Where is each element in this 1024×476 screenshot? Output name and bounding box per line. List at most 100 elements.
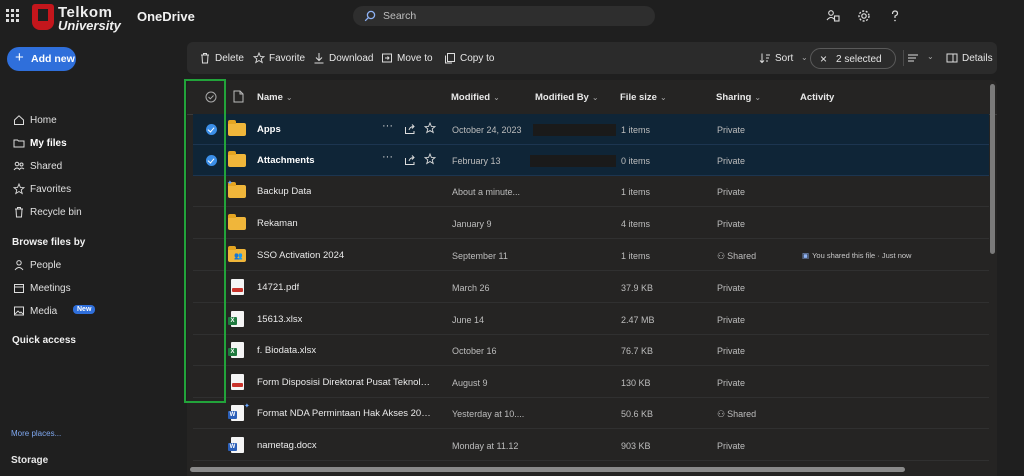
file-name[interactable]: Format NDA Permintaan Hak Akses 2024.... [257,408,435,419]
table-row[interactable]: X 15613.xlsx June 14 2.47 MB Private [193,304,989,335]
sharing-cell: Private [717,315,746,325]
download-icon [314,53,324,64]
file-name[interactable]: SSO Activation 2024 [257,250,344,261]
new-item-sparkle-icon: ✦ [244,403,250,410]
sharing-cell: Private [717,156,746,166]
more-options-icon[interactable]: ··· [382,151,393,163]
app-launcher-icon[interactable] [6,9,19,22]
move-to-label: Move to [397,53,433,64]
sharing-cell: Private [717,283,746,293]
file-size-cell: 2.47 MB [621,315,655,325]
star-icon [253,52,265,64]
share-icon[interactable] [404,123,416,135]
share-people-icon[interactable] [826,9,840,23]
table-row[interactable]: W nametag.docx Monday at 11.12 903 KB Pr… [193,430,989,461]
telkom-university-logo[interactable]: Telkom University [32,2,121,33]
sharing-cell: Private [717,441,746,451]
star-icon[interactable] [424,153,436,165]
table-row[interactable]: Attachments ··· February 13 0 items Priv… [193,145,989,176]
file-name[interactable]: Attachments [257,155,315,166]
sharing-cell: ⚇ Shared [717,251,756,262]
file-name[interactable]: Form Disposisi Direktorat Pusat Teknolog… [257,377,435,388]
help-icon[interactable] [888,9,902,23]
sidebar-item-label: Media [30,306,58,317]
file-size-cell: 37.9 KB [621,283,654,293]
add-new-label: Add new [31,53,75,65]
share-icon[interactable] [404,154,416,166]
search-box[interactable]: Search [353,6,655,26]
more-places-link[interactable]: More places... [11,429,61,438]
delete-label: Delete [215,53,244,64]
person-icon [14,260,24,271]
selection-count-button[interactable]: × 2 selected [810,48,896,69]
column-sharing-label: Sharing [716,92,752,103]
activity-icon: ▣ [802,251,810,260]
file-size-cell: 76.7 KB [621,346,654,356]
logo-mark [32,4,54,30]
details-label: Details [962,53,993,64]
file-size-cell: 0 items [621,156,651,166]
star-icon[interactable] [424,122,436,134]
table-row[interactable]: X f. Biodata.xlsx October 16 76.7 KB Pri… [193,335,989,366]
column-name[interactable]: Name ⌄ [257,92,293,103]
close-icon: × [820,52,828,66]
more-options-icon[interactable]: ··· [382,120,393,132]
sidebar-item-label: Favorites [30,184,72,195]
file-name[interactable]: f. Biodata.xlsx [257,345,316,356]
file-name[interactable]: Apps [257,124,281,135]
app-title[interactable]: OneDrive [137,9,195,24]
file-size-cell: 903 KB [621,441,651,451]
column-modified-by-label: Modified By [535,92,589,103]
add-new-button[interactable]: + Add new [7,47,76,71]
row-actions: ··· [381,120,441,136]
table-row[interactable]: 👥 SSO Activation 2024 September 11 1 ite… [193,240,989,271]
file-name[interactable]: Backup Data [257,186,311,197]
file-name[interactable]: 15613.xlsx [257,314,302,325]
sharing-cell: ⚇ Shared [717,409,756,420]
table-row[interactable]: Apps ··· October 24, 2023 1 items Privat… [193,114,989,145]
table-row[interactable]: Form Disposisi Direktorat Pusat Teknolog… [193,367,989,398]
column-file-size[interactable]: File size ⌄ [620,92,667,103]
table-row[interactable]: Rekaman January 9 4 items Private [193,208,989,239]
table-row[interactable]: 14721.pdf March 26 37.9 KB Private [193,272,989,303]
file-name[interactable]: Rekaman [257,218,298,229]
word-file-icon: W [228,437,246,453]
sidebar-item-label: Recycle bin [30,207,82,218]
folder-icon [13,139,25,148]
horizontal-scrollbar[interactable] [190,467,905,472]
row-actions: ··· [381,151,441,167]
column-sharing[interactable]: Sharing ⌄ [716,92,761,103]
highlight-annotation-box [184,79,226,403]
chevron-down-icon: ⌄ [927,52,934,61]
command-bar: Delete Favorite Download Move to Copy to… [187,42,997,74]
chevron-down-icon: ⌄ [659,93,667,102]
details-pane-icon [946,53,958,63]
column-modified-label: Modified [451,92,491,103]
plus-icon: + [15,49,24,66]
file-size-cell: 1 items [621,251,651,261]
sidebar-item-label: Home [30,115,57,126]
people-icon: ⚇ [717,251,726,261]
file-size-cell: 1 items [621,125,651,135]
sharing-cell: Private [717,378,746,388]
redacted-modified-by [533,124,616,136]
file-size-cell: 50.6 KB [621,409,654,419]
modified-cell: March 26 [452,283,490,293]
gear-icon[interactable] [857,9,871,23]
people-icon [13,161,25,171]
table-row[interactable]: ✦ Backup Data About a minute... 1 items … [193,176,989,207]
quick-access-heading[interactable]: Quick access [12,335,76,346]
storage-heading[interactable]: Storage [11,455,48,466]
column-activity[interactable]: Activity [800,92,834,103]
file-list-header: Name ⌄ Modified ⌄ Modified By ⌄ File size ⌄ … [187,80,997,115]
column-modified-by[interactable]: Modified By ⌄ [535,92,599,103]
file-name[interactable]: nametag.docx [257,440,317,451]
file-name[interactable]: 14721.pdf [257,282,299,293]
calendar-icon [14,284,24,293]
column-modified[interactable]: Modified ⌄ [451,92,500,103]
redacted-modified-by [530,155,616,167]
file-type-icon[interactable] [233,90,244,103]
vertical-scrollbar[interactable] [990,84,995,254]
table-row[interactable]: W ✦ Format NDA Permintaan Hak Akses 2024.… [193,398,989,429]
sharing-label: Shared [727,251,757,261]
